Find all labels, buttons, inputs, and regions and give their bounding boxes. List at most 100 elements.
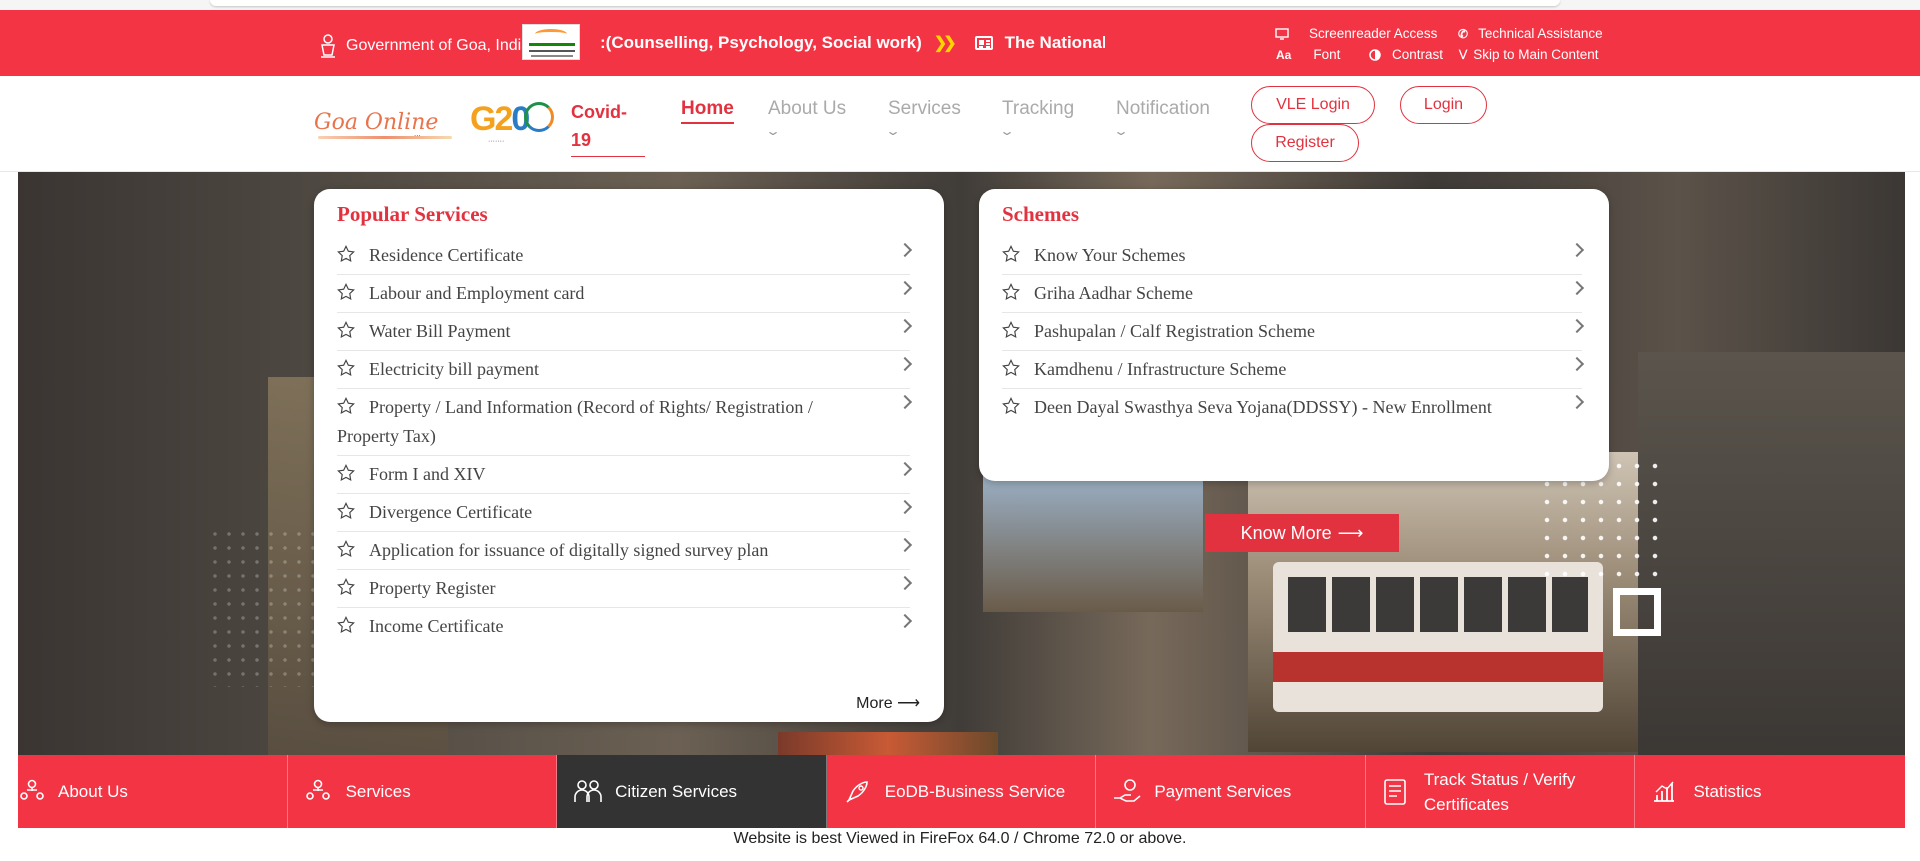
login-button[interactable]: Login: [1400, 86, 1487, 124]
nav-services-label: Services: [888, 98, 961, 119]
star-icon: [1002, 321, 1020, 339]
goa-online-logo[interactable]: Goa Online···: [314, 110, 438, 140]
chevron-right-icon: [897, 242, 913, 258]
hero-photo-right: [1638, 352, 1905, 755]
rocket-icon: [846, 781, 868, 803]
chevron-right-icon: [1569, 280, 1585, 296]
list-item[interactable]: Application for issuance of digitally si…: [337, 532, 913, 570]
chevron-right-icon: [897, 318, 913, 334]
list-item[interactable]: Property Register: [337, 570, 913, 608]
government-label[interactable]: Government of Goa, India: [318, 33, 530, 59]
tab-about-us[interactable]: About Us: [18, 755, 288, 828]
list-item[interactable]: Kamdhenu / Infrastructure Scheme: [1002, 351, 1585, 389]
popular-services-title: Popular Services: [337, 202, 488, 226]
browser-compatibility-note: Website is best Viewed in FireFox 64.0 /…: [733, 830, 1187, 847]
tab-eodb-business[interactable]: EoDB-Business Service: [827, 755, 1097, 828]
list-item-label: Labour and Employment card: [369, 283, 585, 303]
chevron-right-icon: [1569, 356, 1585, 372]
list-item[interactable]: Residence Certificate: [337, 237, 913, 275]
chevron-double-down-icon: ⋁: [1459, 49, 1468, 60]
tab-services[interactable]: Services: [288, 755, 558, 828]
tab-statistics[interactable]: Statistics: [1635, 755, 1905, 828]
vle-login-button[interactable]: VLE Login: [1251, 86, 1375, 124]
nav-services[interactable]: Services ⌄: [885, 98, 961, 138]
list-item[interactable]: Property / Land Information (Record of R…: [337, 389, 913, 456]
nav-notification[interactable]: Notification ⌄: [1113, 98, 1210, 138]
chevron-down-icon: ⌄: [765, 124, 782, 138]
hero-photo-market: [778, 732, 998, 755]
chevron-right-icon: [897, 461, 913, 477]
nav-tracking[interactable]: Tracking ⌄: [999, 98, 1075, 138]
register-button[interactable]: Register: [1251, 124, 1359, 162]
list-item-label: Water Bill Payment: [369, 321, 511, 341]
list-item[interactable]: Electricity bill payment: [337, 351, 913, 389]
list-item[interactable]: Form I and XIV: [337, 456, 913, 494]
nav-home[interactable]: Home: [681, 98, 734, 124]
page-root: Government of Goa, India :(Counselling, …: [0, 0, 1920, 861]
hero-banner: Know More ⟶: [18, 172, 1905, 755]
star-icon: [337, 540, 355, 558]
popular-services-card: Popular Services Residence Certificate L…: [314, 189, 944, 722]
font-label: Font: [1313, 47, 1341, 62]
list-item[interactable]: Water Bill Payment: [337, 313, 913, 351]
list-item[interactable]: Pashupalan / Calf Registration Scheme: [1002, 313, 1585, 351]
hero-photo-crowd: [983, 472, 1203, 612]
people-network-icon: [20, 779, 44, 800]
browser-tab-edge: [210, 0, 1560, 6]
arrow-right-icon: ⟶: [1337, 522, 1364, 543]
star-icon: [337, 283, 355, 301]
technical-assistance-link[interactable]: ✆ Technical Assistance: [1458, 26, 1603, 41]
list-item-label: Property / Land Information (Record of R…: [337, 397, 813, 446]
logo-swoosh: [318, 136, 452, 139]
utility-bar: Government of Goa, India :(Counselling, …: [0, 10, 1920, 76]
tab-citizen-services[interactable]: Citizen Services: [557, 755, 827, 828]
schemes-title: Schemes: [1002, 202, 1079, 226]
government-text: Government of Goa, India: [346, 37, 531, 54]
covid-link[interactable]: Covid-19: [571, 98, 645, 157]
nav-notification-label: Notification: [1116, 98, 1210, 119]
star-icon: [337, 502, 355, 520]
payment-hand-icon: [1114, 779, 1141, 802]
list-item[interactable]: Income Certificate: [337, 608, 913, 645]
chevron-right-icon: [897, 356, 913, 372]
nav-tracking-label: Tracking: [1002, 98, 1075, 119]
list-item-label: Electricity bill payment: [369, 359, 539, 379]
tab-label: Payment Services: [1154, 782, 1292, 801]
chevron-right-icon: [897, 537, 913, 553]
chevron-right-icon: [897, 280, 913, 296]
star-icon: [337, 245, 355, 263]
tab-track-status[interactable]: Track Status / Verify Certificates: [1366, 755, 1636, 828]
quick-links-bar: About Us Services Citizen Services EoDB-…: [18, 755, 1905, 828]
chevron-right-icon: [1569, 242, 1585, 258]
double-chevron-right-icon: ❯❯: [933, 34, 957, 52]
skip-to-main-link[interactable]: ⋁ Skip to Main Content: [1459, 47, 1599, 62]
chevron-right-icon: [897, 575, 913, 591]
g20-logo[interactable]: G20: [470, 100, 530, 139]
contrast-control[interactable]: Contrast: [1369, 47, 1443, 62]
screenreader-label: Screenreader Access: [1309, 26, 1438, 41]
technical-label: Technical Assistance: [1478, 26, 1603, 41]
emblem-icon: [321, 34, 335, 58]
star-icon: [1002, 283, 1020, 301]
news-marquee[interactable]: :(Counselling, Psychology, Social work) ❯…: [600, 32, 1105, 54]
tab-payment-services[interactable]: Payment Services: [1096, 755, 1366, 828]
list-item-label: Property Register: [369, 578, 496, 598]
tab-label: About Us: [58, 782, 128, 801]
more-link[interactable]: More ⟶: [856, 693, 920, 713]
know-more-button[interactable]: Know More ⟶: [1205, 514, 1399, 552]
font-size-control[interactable]: Aa Font: [1276, 47, 1340, 62]
nav-about-us[interactable]: About Us ⌄: [765, 98, 846, 138]
know-more-label: Know More: [1240, 522, 1332, 543]
hero-bus-windows: [1288, 577, 1588, 632]
document-list-icon: [1384, 779, 1406, 805]
screenreader-link[interactable]: Screenreader Access: [1275, 26, 1437, 41]
list-item[interactable]: Griha Aadhar Scheme: [1002, 275, 1585, 313]
azadi-logo: [522, 24, 580, 60]
list-item[interactable]: Divergence Certificate: [337, 494, 913, 532]
contrast-label: Contrast: [1392, 47, 1444, 62]
list-item-label: Griha Aadhar Scheme: [1034, 283, 1193, 303]
list-item[interactable]: Labour and Employment card: [337, 275, 913, 313]
list-item-label: Pashupalan / Calf Registration Scheme: [1034, 321, 1315, 341]
list-item[interactable]: Deen Dayal Swasthya Seva Yojana(DDSSY) -…: [1002, 389, 1585, 426]
list-item[interactable]: Know Your Schemes: [1002, 237, 1585, 275]
